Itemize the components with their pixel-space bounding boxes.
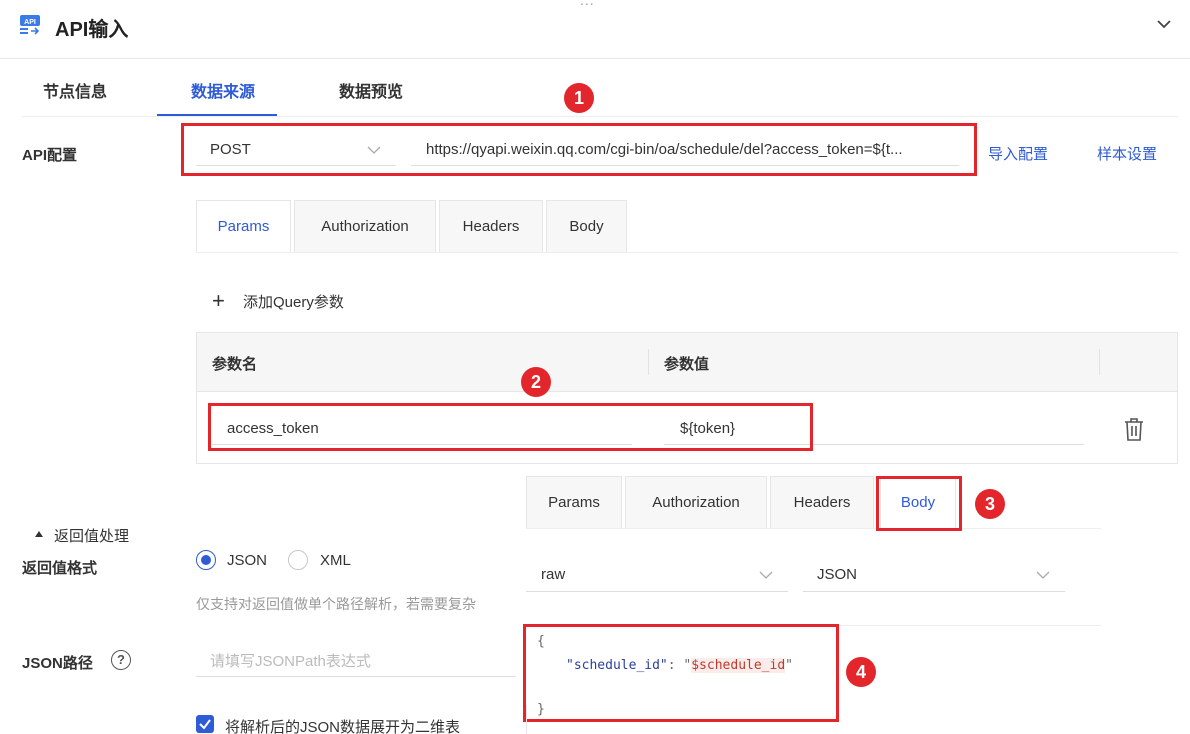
overlay-tab-headers[interactable]: Headers xyxy=(770,476,874,528)
caret-up-icon[interactable] xyxy=(34,529,44,539)
annotation-box-2 xyxy=(208,403,813,451)
body-format-value: JSON xyxy=(817,566,858,583)
annotation-box-1 xyxy=(181,123,977,176)
collapse-chevron-icon[interactable] xyxy=(1154,14,1174,34)
check-icon xyxy=(199,719,211,730)
json-path-label: JSON路径 xyxy=(22,655,93,672)
tab-headers[interactable]: Headers xyxy=(439,200,543,252)
annotation-badge-4: 4 xyxy=(846,657,876,687)
radio-json[interactable] xyxy=(196,550,216,570)
return-hint-text: 仅支持对返回值做单个路径解析，若需要复杂 xyxy=(196,596,476,612)
column-header-param-name: 参数名 xyxy=(212,356,258,373)
annotation-badge-2: 2 xyxy=(521,367,551,397)
help-icon[interactable]: ? xyxy=(111,650,131,670)
annotation-box-3 xyxy=(876,476,962,531)
annotation-box-4 xyxy=(523,624,839,722)
radio-json-label: JSON xyxy=(227,552,268,569)
overlay-tab-params[interactable]: Params xyxy=(526,476,622,528)
overlay-tabs-divider xyxy=(526,528,1101,529)
header-divider xyxy=(0,58,1190,59)
column-header-param-value: 参数值 xyxy=(664,356,710,373)
chevron-down-icon xyxy=(759,571,773,579)
plus-icon[interactable]: + xyxy=(212,288,225,314)
sample-settings-link[interactable]: 样本设置 xyxy=(1097,143,1157,164)
annotation-badge-3: 3 xyxy=(975,489,1005,519)
api-logo-icon: API xyxy=(20,15,40,35)
import-config-link[interactable]: 导入配置 xyxy=(988,143,1048,164)
page-title: API输入 xyxy=(55,19,129,41)
add-query-param-button[interactable]: 添加Query参数 xyxy=(243,291,344,312)
request-tabs-divider xyxy=(196,252,1178,253)
top-ellipsis: ... xyxy=(580,0,595,8)
tab-data-preview[interactable]: 数据预览 xyxy=(339,78,403,102)
column-divider xyxy=(648,349,649,375)
expand-checkbox[interactable] xyxy=(196,715,214,733)
body-mode-select[interactable] xyxy=(526,560,788,592)
column-divider xyxy=(1099,349,1100,375)
annotation-badge-1: 1 xyxy=(564,83,594,113)
svg-text:API: API xyxy=(24,19,36,26)
tab-authorization[interactable]: Authorization xyxy=(294,200,436,252)
active-tab-indicator xyxy=(157,114,277,116)
tab-data-source[interactable]: 数据来源 xyxy=(191,78,255,102)
overlay-tab-authorization[interactable]: Authorization xyxy=(625,476,767,528)
expand-checkbox-label: 将解析后的JSON数据展开为二维表 xyxy=(225,719,461,734)
tab-params[interactable]: Params xyxy=(196,200,291,252)
radio-xml-label: XML xyxy=(320,552,351,569)
body-mode-value: raw xyxy=(541,566,566,583)
radio-xml[interactable] xyxy=(288,550,308,570)
return-section-toggle[interactable]: 返回值处理 xyxy=(54,525,129,546)
tab-body[interactable]: Body xyxy=(546,200,627,252)
trash-icon[interactable] xyxy=(1122,416,1146,442)
json-path-placeholder: 请填写JSONPath表达式 xyxy=(210,653,371,670)
chevron-down-icon xyxy=(1036,571,1050,579)
overlay-border xyxy=(526,705,527,734)
api-config-label: API配置 xyxy=(22,147,78,164)
tabs-divider xyxy=(22,116,1178,117)
return-format-label: 返回值格式 xyxy=(22,560,98,577)
tab-node-info[interactable]: 节点信息 xyxy=(43,78,107,102)
